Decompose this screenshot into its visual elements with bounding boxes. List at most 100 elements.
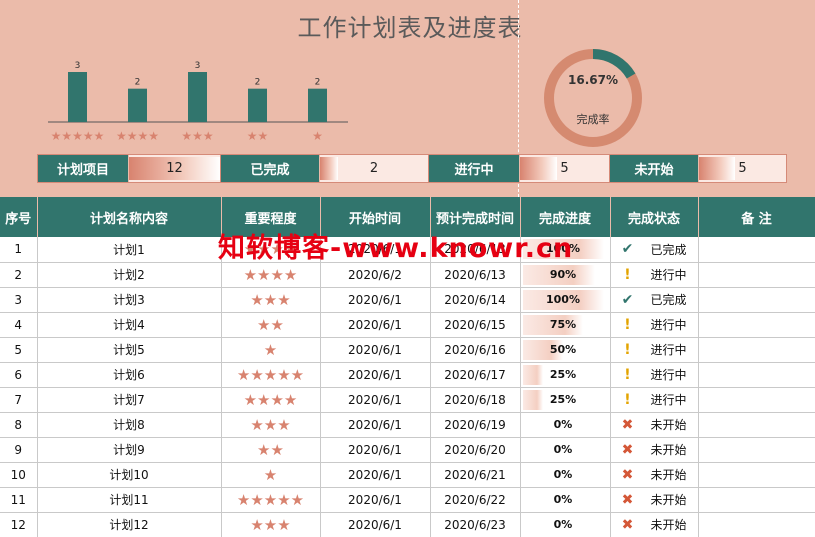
cell-start[interactable]: 2020/6/1 [320, 287, 431, 313]
cell-no[interactable]: 8 [0, 412, 38, 438]
cell-name[interactable]: 计划3 [37, 287, 222, 313]
cell-end[interactable]: 2020/6/22 [430, 487, 521, 513]
cell-status[interactable]: ✖ 未开始 [610, 437, 699, 463]
cell-notes[interactable] [698, 512, 815, 537]
cell-notes[interactable] [698, 412, 815, 438]
cell-no[interactable]: 9 [0, 437, 38, 463]
cell-name[interactable]: 计划9 [37, 437, 222, 463]
cell-name[interactable]: 计划4 [37, 312, 222, 338]
cell-status[interactable]: ! 进行中 [610, 387, 699, 413]
cell-name[interactable]: 计划10 [37, 462, 222, 488]
cell-no[interactable]: 1 [0, 237, 38, 263]
cell-name[interactable]: 计划8 [37, 412, 222, 438]
cell-notes[interactable] [698, 487, 815, 513]
cell-progress[interactable]: 0% [520, 487, 611, 513]
table-row[interactable]: 9 计划9 ★★ 2020/6/1 2020/6/20 0% ✖ 未开始 [0, 437, 815, 463]
cell-name[interactable]: 计划11 [37, 487, 222, 513]
cell-name[interactable]: 计划2 [37, 262, 222, 288]
table-row[interactable]: 8 计划8 ★★★ 2020/6/1 2020/6/19 0% ✖ 未开始 [0, 412, 815, 438]
cell-status[interactable]: ! 进行中 [610, 362, 699, 388]
cell-importance[interactable]: ★★ [221, 437, 321, 463]
table-row[interactable]: 3 计划3 ★★★ 2020/6/1 2020/6/14 100% ✔ 已完成 [0, 287, 815, 313]
cell-end[interactable]: 2020/6/16 [430, 337, 521, 363]
header-status[interactable]: 完成状态 [610, 197, 699, 237]
cell-progress[interactable]: 25% [520, 387, 611, 413]
cell-start[interactable]: 2020/6/1 [320, 337, 431, 363]
cell-start[interactable]: 2020/6/1 [320, 462, 431, 488]
cell-no[interactable]: 2 [0, 262, 38, 288]
cell-no[interactable]: 5 [0, 337, 38, 363]
cell-notes[interactable] [698, 237, 815, 263]
header-notes[interactable]: 备 注 [698, 197, 815, 237]
cell-end[interactable]: 2020/6/20 [430, 437, 521, 463]
cell-no[interactable]: 11 [0, 487, 38, 513]
cell-importance[interactable]: ★★ [221, 312, 321, 338]
cell-importance[interactable]: ★★★★ [221, 262, 321, 288]
cell-name[interactable]: 计划7 [37, 387, 222, 413]
table-row[interactable]: 11 计划11 ★★★★★ 2020/6/1 2020/6/22 0% ✖ 未开始 [0, 487, 815, 513]
cell-name[interactable]: 计划1 [37, 237, 222, 263]
cell-notes[interactable] [698, 337, 815, 363]
cell-status[interactable]: ✖ 未开始 [610, 512, 699, 537]
cell-status[interactable]: ! 进行中 [610, 337, 699, 363]
cell-importance[interactable]: ★★★★ [221, 387, 321, 413]
cell-end[interactable]: 2020/6/13 [430, 262, 521, 288]
cell-progress[interactable]: 25% [520, 362, 611, 388]
cell-no[interactable]: 6 [0, 362, 38, 388]
cell-end[interactable]: 2020/6/14 [430, 287, 521, 313]
header-name[interactable]: 计划名称内容 [37, 197, 222, 237]
table-row[interactable]: 10 计划10 ★ 2020/6/1 2020/6/21 0% ✖ 未开始 [0, 462, 815, 488]
cell-end[interactable]: 2020/6/15 [430, 312, 521, 338]
cell-end[interactable]: 2020/6/17 [430, 362, 521, 388]
cell-progress[interactable]: 90% [520, 262, 611, 288]
cell-status[interactable]: ✖ 未开始 [610, 487, 699, 513]
cell-start[interactable]: 2020/6/1 [320, 387, 431, 413]
cell-notes[interactable] [698, 287, 815, 313]
cell-notes[interactable] [698, 462, 815, 488]
cell-status[interactable]: ✔ 已完成 [610, 287, 699, 313]
cell-no[interactable]: 3 [0, 287, 38, 313]
cell-importance[interactable]: ★ [221, 462, 321, 488]
cell-status[interactable]: ! 进行中 [610, 262, 699, 288]
cell-importance[interactable]: ★★★★★ [221, 487, 321, 513]
cell-notes[interactable] [698, 387, 815, 413]
table-row[interactable]: 7 计划7 ★★★★ 2020/6/1 2020/6/18 25%! 进行中 [0, 387, 815, 413]
cell-status[interactable]: ✔ 已完成 [610, 237, 699, 263]
cell-progress[interactable]: 50% [520, 337, 611, 363]
cell-end[interactable]: 2020/6/19 [430, 412, 521, 438]
cell-notes[interactable] [698, 312, 815, 338]
header-no[interactable]: 序号 [0, 197, 38, 237]
cell-progress[interactable]: 0% [520, 437, 611, 463]
cell-importance[interactable]: ★★★ [221, 512, 321, 537]
cell-progress[interactable]: 100% [520, 287, 611, 313]
cell-start[interactable]: 2020/6/1 [320, 362, 431, 388]
cell-importance[interactable]: ★★★★★ [221, 362, 321, 388]
cell-name[interactable]: 计划6 [37, 362, 222, 388]
cell-start[interactable]: 2020/6/1 [320, 412, 431, 438]
cell-status[interactable]: ! 进行中 [610, 312, 699, 338]
cell-importance[interactable]: ★★★ [221, 287, 321, 313]
cell-notes[interactable] [698, 437, 815, 463]
cell-start[interactable]: 2020/6/2 [320, 262, 431, 288]
table-row[interactable]: 6 计划6 ★★★★★ 2020/6/1 2020/6/17 25%! 进行中 [0, 362, 815, 388]
cell-start[interactable]: 2020/6/1 [320, 437, 431, 463]
cell-name[interactable]: 计划12 [37, 512, 222, 537]
cell-name[interactable]: 计划5 [37, 337, 222, 363]
cell-status[interactable]: ✖ 未开始 [610, 412, 699, 438]
cell-end[interactable]: 2020/6/23 [430, 512, 521, 537]
cell-no[interactable]: 12 [0, 512, 38, 537]
cell-progress[interactable]: 0% [520, 512, 611, 537]
cell-notes[interactable] [698, 262, 815, 288]
table-row[interactable]: 5 计划5 ★ 2020/6/1 2020/6/16 50%! 进行中 [0, 337, 815, 363]
cell-notes[interactable] [698, 362, 815, 388]
table-row[interactable]: 4 计划4 ★★ 2020/6/1 2020/6/15 75%! 进行中 [0, 312, 815, 338]
cell-no[interactable]: 7 [0, 387, 38, 413]
cell-start[interactable]: 2020/6/1 [320, 312, 431, 338]
cell-status[interactable]: ✖ 未开始 [610, 462, 699, 488]
cell-end[interactable]: 2020/6/21 [430, 462, 521, 488]
cell-importance[interactable]: ★★★ [221, 412, 321, 438]
cell-progress[interactable]: 75% [520, 312, 611, 338]
cell-importance[interactable]: ★ [221, 337, 321, 363]
cell-no[interactable]: 10 [0, 462, 38, 488]
cell-end[interactable]: 2020/6/18 [430, 387, 521, 413]
